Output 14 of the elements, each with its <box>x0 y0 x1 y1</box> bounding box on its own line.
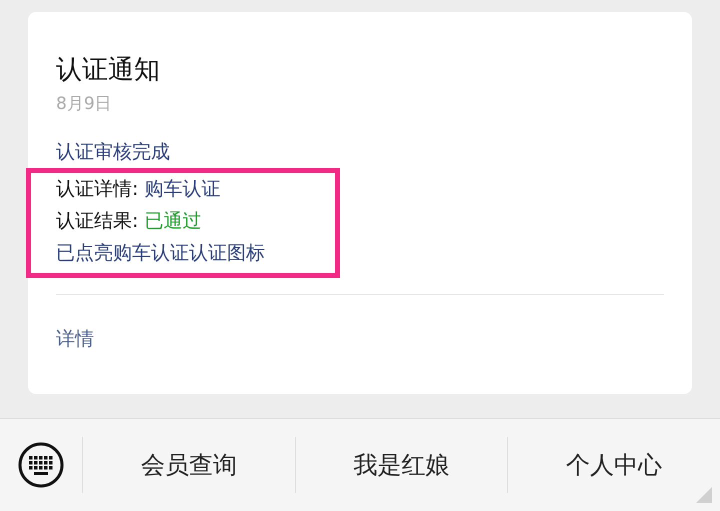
field-label: 认证详情: <box>56 178 138 200</box>
field-value: 购车认证 <box>144 178 220 200</box>
menu-button[interactable]: 我是红娘 <box>346 445 458 485</box>
notice-text: 已点亮购车认证认证图标 <box>56 241 266 266</box>
notice-text: 认证审核完成 <box>56 140 171 165</box>
resize-corner-icon <box>696 487 712 503</box>
date-text: 8月9日 <box>56 93 113 116</box>
menu-button[interactable]: 会员查询 <box>132 445 245 485</box>
field-value: 已通过 <box>144 210 202 232</box>
field-label: 认证结果: <box>56 210 138 232</box>
menu-button[interactable]: 个人中心 <box>558 445 670 485</box>
details-link[interactable]: 详情 <box>56 325 94 353</box>
keyboard-icon[interactable] <box>18 442 64 488</box>
card-title: 认证通知 <box>56 54 161 87</box>
